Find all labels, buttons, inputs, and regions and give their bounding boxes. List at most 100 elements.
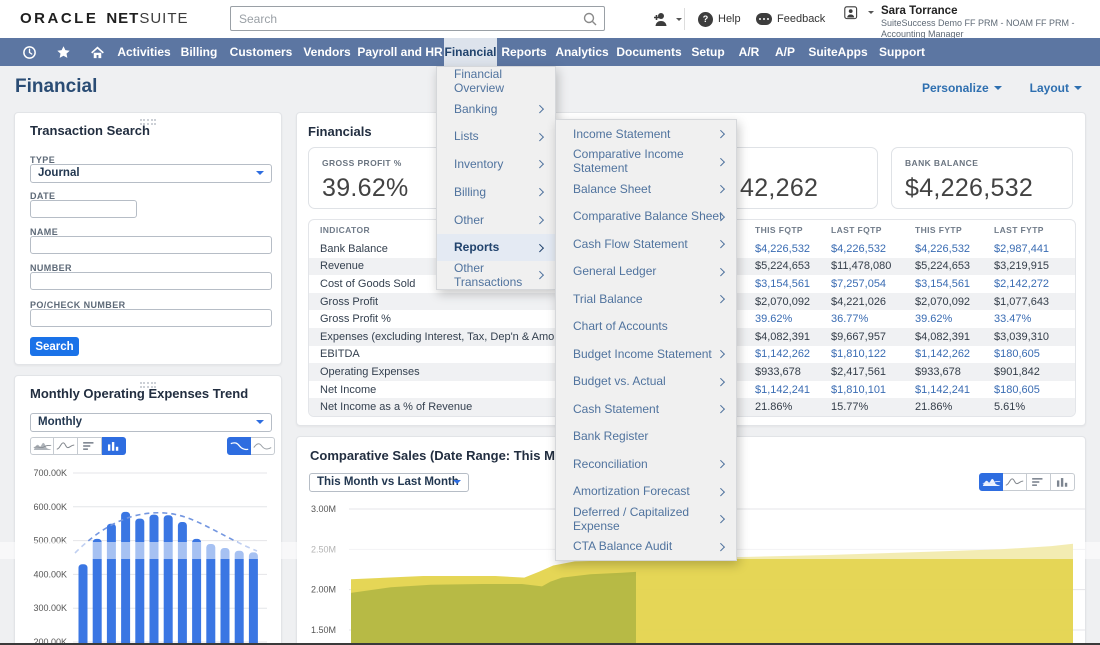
menu-item-reports[interactable]: Reports [437,234,555,262]
value-link[interactable]: $2,142,272 [994,278,1075,290]
nav-tab-customers[interactable]: Customers [224,38,298,66]
menu-item-trial-balance[interactable]: Trial Balance [556,285,736,313]
search-icon[interactable] [582,11,598,27]
user-menu[interactable]: Sara Torrance SuiteSuccess Demo FF PRM -… [844,4,1100,40]
value-link[interactable]: 39.62% [915,313,994,325]
bar[interactable] [192,539,201,645]
nav-tab-documents[interactable]: Documents [613,38,685,66]
nav-tab-support[interactable]: Support [873,38,931,66]
value-link[interactable]: $180,605 [994,384,1075,396]
value-link[interactable]: $7,257,054 [831,278,915,290]
menu-item-cta-balance-audit[interactable]: CTA Balance Audit [556,533,736,561]
bar[interactable] [121,512,130,645]
menu-item-cash-statement[interactable]: Cash Statement [556,395,736,423]
global-search[interactable] [230,6,605,31]
value-link[interactable]: $4,226,532 [915,243,994,255]
po-check-number-input[interactable] [30,309,272,327]
nav-tab-a-r[interactable]: A/R [731,38,767,66]
name-input[interactable] [30,236,272,254]
bar[interactable] [221,548,230,645]
chart-type-hbar-button[interactable] [78,437,102,455]
number-input[interactable] [30,272,272,290]
value-link[interactable]: $1,810,101 [831,384,915,396]
menu-item-deferred-capitalized-expense[interactable]: Deferred / Capitalized Expense [556,505,736,533]
nav-tab-a-p[interactable]: A/P [767,38,803,66]
menu-item-lists[interactable]: Lists [437,123,555,151]
menu-item-other-transactions[interactable]: Other Transactions [437,261,555,289]
bar[interactable] [107,524,116,645]
chart-type-hbar-button[interactable] [1027,473,1051,491]
nav-tab-reports[interactable]: Reports [497,38,551,66]
menu-item-billing[interactable]: Billing [437,178,555,206]
trendline-on-button[interactable] [227,437,251,455]
value-link[interactable]: $2,987,441 [994,243,1075,255]
type-select[interactable]: Journal [30,164,272,183]
menu-item-amortization-forecast[interactable]: Amortization Forecast [556,478,736,506]
value-link[interactable]: 39.62% [755,313,831,325]
bar[interactable] [206,544,215,645]
menu-item-budget-vs-actual[interactable]: Budget vs. Actual [556,368,736,396]
nav-tab-suiteapps[interactable]: SuiteApps [803,38,873,66]
menu-item-chart-of-accounts[interactable]: Chart of Accounts [556,313,736,341]
quick-add-button[interactable] [652,0,682,38]
chart-type-vbar-button[interactable] [102,437,126,455]
bar[interactable] [150,515,159,645]
nav-tab-activities[interactable]: Activities [114,38,174,66]
bar[interactable] [178,522,187,645]
menu-item-comparative-balance-sheet[interactable]: Comparative Balance Sheet [556,203,736,231]
trendline-off-button[interactable] [251,437,275,455]
menu-item-comparative-income-statement[interactable]: Comparative Income Statement [556,148,736,176]
nav-tab-analytics[interactable]: Analytics [551,38,613,66]
value-link[interactable]: 36.77% [831,313,915,325]
bar[interactable] [93,539,102,645]
menu-item-balance-sheet[interactable]: Balance Sheet [556,175,736,203]
date-range-select[interactable]: This Month vs Last Month [309,473,469,492]
bar[interactable] [164,515,173,645]
menu-item-banking[interactable]: Banking [437,95,555,123]
nav-tab-payroll-and-hr[interactable]: Payroll and HR [356,38,444,66]
nav-home-icon[interactable] [80,38,114,66]
value-link[interactable]: $1,810,122 [831,348,915,360]
nav-recent-icon[interactable] [12,38,46,66]
nav-tab-billing[interactable]: Billing [174,38,224,66]
search-button[interactable]: Search [30,337,79,356]
value-link[interactable]: $1,142,262 [915,348,994,360]
value-link[interactable]: $3,154,561 [915,278,994,290]
bar[interactable] [79,564,88,645]
global-search-input[interactable] [239,8,579,29]
menu-item-budget-income-statement[interactable]: Budget Income Statement [556,340,736,368]
chart-type-area-button[interactable] [30,437,54,455]
period-select[interactable]: Monthly [30,413,272,432]
bar[interactable] [249,552,258,645]
nav-shortcuts-icon[interactable] [46,38,80,66]
menu-item-bank-register[interactable]: Bank Register [556,423,736,451]
chart-type-line-button[interactable] [1003,473,1027,491]
menu-item-general-ledger[interactable]: General Ledger [556,258,736,286]
value-link[interactable]: $1,142,241 [755,384,831,396]
chart-type-area-button[interactable] [979,473,1003,491]
menu-item-inventory[interactable]: Inventory [437,150,555,178]
chart-type-line-button[interactable] [54,437,78,455]
value-link[interactable]: $1,142,262 [755,348,831,360]
layout-button[interactable]: Layout [1030,81,1082,95]
date-input[interactable] [30,200,137,218]
value-link[interactable]: 33.47% [994,313,1075,325]
value-link[interactable]: $3,154,561 [755,278,831,290]
bar[interactable] [235,551,244,645]
menu-item-other[interactable]: Other [437,206,555,234]
feedback-button[interactable]: Feedback [756,0,825,38]
menu-item-reconciliation[interactable]: Reconciliation [556,450,736,478]
chart-type-vbar-button[interactable] [1051,473,1075,491]
menu-item-financial-overview[interactable]: Financial Overview [437,67,555,95]
value-link[interactable]: $180,605 [994,348,1075,360]
nav-tab-financial[interactable]: Financial [444,38,497,66]
value-link[interactable]: $1,142,241 [915,384,994,396]
bar[interactable] [135,519,144,645]
personalize-button[interactable]: Personalize [922,81,1002,95]
nav-tab-setup[interactable]: Setup [685,38,731,66]
value-link[interactable]: $4,226,532 [831,243,915,255]
nav-tab-vendors[interactable]: Vendors [298,38,356,66]
value-link[interactable]: $4,226,532 [755,243,831,255]
help-button[interactable]: ? Help [698,0,741,38]
menu-item-income-statement[interactable]: Income Statement [556,120,736,148]
